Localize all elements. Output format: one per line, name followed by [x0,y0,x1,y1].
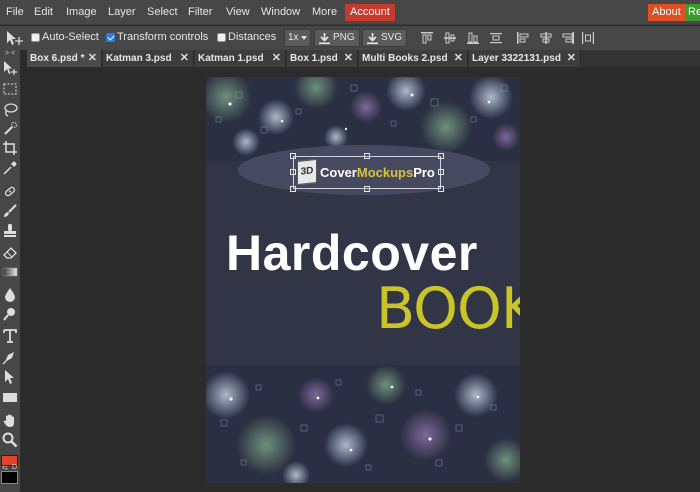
menu-filter[interactable]: Filter [187,0,213,25]
distances-checkbox[interactable] [217,33,226,42]
tab-katman-1[interactable]: Katman 1.psd ✕ [195,50,286,67]
tab-box-6[interactable]: Box 6.psd * ✕ [27,50,102,67]
lasso-tool-icon[interactable] [2,102,18,118]
distribute-horizontal-icon[interactable] [581,31,595,45]
transform-selection-box[interactable] [290,153,444,192]
export-png-button[interactable]: PNG [314,29,360,47]
transform-handle-top-left[interactable] [290,153,296,159]
transform-handle-left[interactable] [290,169,296,175]
about-button[interactable]: About [648,4,685,21]
tab-label: Box 1.psd [290,53,338,64]
distribute-vertical-icon[interactable] [489,31,503,45]
download-icon [319,33,330,45]
export-png-label: PNG [333,32,355,43]
tab-label: Layer 3322131.psd [472,53,561,64]
distances-label[interactable]: Distances [228,31,276,43]
options-bar: Auto-Select Transform controls Distances… [0,26,700,50]
align-vertical-center-icon[interactable] [443,31,457,45]
document-canvas[interactable]: 3D CoverMockupsPro Hardcover BOOK [206,77,520,483]
pen-tool-icon[interactable] [2,349,18,365]
zoom-tool-icon[interactable] [2,432,18,448]
auto-select-label[interactable]: Auto-Select [42,31,99,43]
tab-label: Box 6.psd * [30,53,85,64]
tab-label: Multi Books 2.psd [362,53,448,64]
download-icon [367,33,378,45]
tools-panel: > < [0,50,20,492]
dodge-tool-icon[interactable] [2,306,18,322]
cover-title-line-2: BOOK [376,276,520,342]
close-icon[interactable]: ✕ [454,50,463,67]
hand-tool-icon[interactable] [2,412,18,428]
quick-select-icon[interactable] [2,121,18,137]
transform-handle-bottom-right[interactable] [438,186,444,192]
close-icon[interactable]: ✕ [180,50,189,67]
move-tool-icon[interactable] [2,60,18,76]
align-top-icon[interactable] [420,31,434,45]
tab-label: Katman 3.psd [106,53,172,64]
clone-stamp-icon[interactable] [2,223,18,239]
transform-handle-right[interactable] [438,169,444,175]
menu-window[interactable]: Window [260,0,301,25]
gradient-tool-icon[interactable] [2,264,18,280]
export-scale-value: 1x [288,32,299,43]
align-horizontal-center-icon[interactable] [539,31,553,45]
tab-label: Katman 1.psd [198,53,264,64]
transform-handle-bottom[interactable] [364,186,370,192]
move-tool-icon[interactable] [5,29,25,47]
tab-layer-3322131[interactable]: Layer 3322131.psd ✕ [469,50,581,67]
close-icon[interactable]: ✕ [344,50,353,67]
tab-multi-books-2[interactable]: Multi Books 2.psd ✕ [359,50,468,67]
align-right-icon[interactable] [561,31,575,45]
crop-tool-icon[interactable] [2,140,18,156]
close-icon[interactable]: ✕ [88,50,97,67]
chevron-down-icon [301,36,307,40]
cover-title-line-1: Hardcover [226,225,478,281]
type-tool-icon[interactable] [2,328,18,344]
export-svg-button[interactable]: SVG [362,29,408,47]
align-bottom-icon[interactable] [466,31,480,45]
menu-edit[interactable]: Edit [33,0,54,25]
menu-layer[interactable]: Layer [107,0,137,25]
export-scale-select[interactable]: 1x [284,29,311,47]
background-color-swatch[interactable] [1,471,18,484]
eyedropper-icon[interactable] [2,160,18,176]
default-colors-label[interactable]: D [12,464,17,471]
menu-view[interactable]: View [225,0,251,25]
transform-handle-bottom-left[interactable] [290,186,296,192]
document-tabs: Box 6.psd * ✕ Katman 3.psd ✕ Katman 1.ps… [27,50,700,67]
align-left-icon[interactable] [516,31,530,45]
marquee-tool-icon[interactable] [2,81,18,97]
blur-tool-icon[interactable] [2,286,18,302]
menu-select[interactable]: Select [146,0,179,25]
tab-katman-3[interactable]: Katman 3.psd ✕ [103,50,194,67]
export-svg-label: SVG [381,32,403,43]
brush-tool-icon[interactable] [2,203,18,219]
transform-controls-label[interactable]: Transform controls [117,31,208,43]
account-button[interactable]: Account [345,4,395,21]
menu-more[interactable]: More [311,0,338,25]
eraser-icon[interactable] [2,244,18,260]
collapse-toolbar-button[interactable]: > < [2,50,18,58]
transform-handle-top[interactable] [364,153,370,159]
close-icon[interactable]: ✕ [272,50,281,67]
shape-tool-icon[interactable] [2,389,18,405]
menu-file[interactable]: File [5,0,25,25]
auto-select-checkbox[interactable] [31,33,40,42]
transform-handle-top-right[interactable] [438,153,444,159]
menu-image[interactable]: Image [65,0,98,25]
path-select-icon[interactable] [2,369,18,385]
healing-brush-icon[interactable] [2,183,18,199]
register-button[interactable]: Re [685,4,700,21]
tab-box-1[interactable]: Box 1.psd ✕ [287,50,358,67]
menu-bar: File Edit Image Layer Select Filter View… [0,0,700,25]
bokeh-texture-bottom [206,365,520,483]
transform-controls-checkbox[interactable] [106,33,115,42]
close-icon[interactable]: ✕ [567,50,576,67]
